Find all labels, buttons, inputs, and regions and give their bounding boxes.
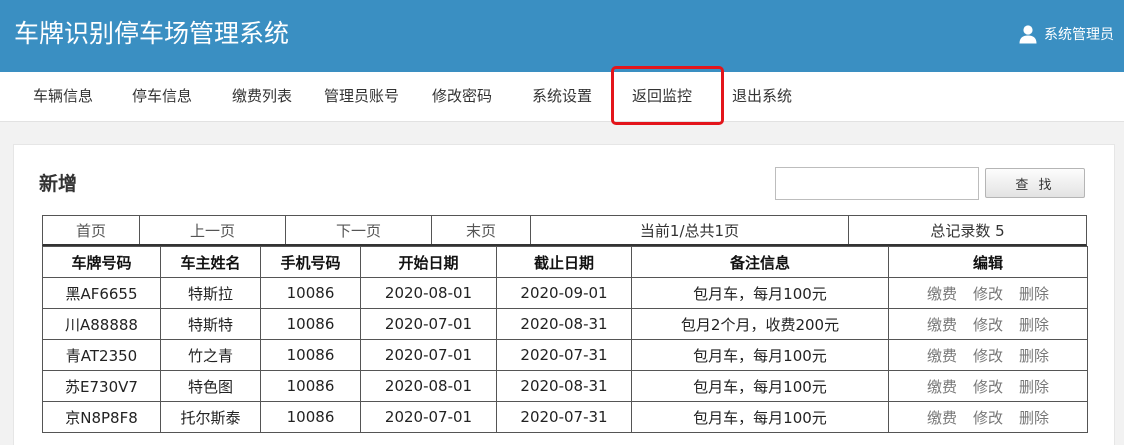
edit-link[interactable]: 修改 [973, 376, 1003, 397]
nav-item-payment-list[interactable]: 缴费列表 [232, 72, 292, 122]
pager-prev[interactable]: 上一页 [140, 216, 286, 244]
cell-plate: 青AT2350 [42, 339, 161, 371]
pay-link[interactable]: 缴费 [927, 314, 957, 335]
pay-link[interactable]: 缴费 [927, 283, 957, 304]
search-input[interactable] [775, 167, 979, 200]
delete-link[interactable]: 删除 [1019, 376, 1049, 397]
cell-start-date: 2020-07-01 [360, 308, 497, 340]
cell-phone: 10086 [260, 308, 361, 340]
cell-note: 包月2个月，收费200元 [631, 308, 889, 340]
nav-item-logout[interactable]: 退出系统 [732, 72, 792, 122]
cell-end-date: 2020-07-31 [496, 401, 632, 433]
cell-actions: 缴费 修改 删除 [888, 401, 1088, 433]
table-row: 川A88888 特斯特 10086 2020-07-01 2020-08-31 … [42, 308, 1088, 340]
cell-note: 包月车，每月100元 [631, 370, 889, 402]
cell-note: 包月车，每月100元 [631, 277, 889, 309]
table-row: 苏E730V7 特色图 10086 2020-08-01 2020-08-31 … [42, 370, 1088, 402]
search-button[interactable]: 查 找 [985, 168, 1085, 198]
cell-plate: 京N8P8F8 [42, 401, 161, 433]
nav-item-admin-accounts[interactable]: 管理员账号 [324, 72, 399, 122]
cell-owner: 特斯拉 [160, 277, 261, 309]
cell-end-date: 2020-08-31 [496, 370, 632, 402]
edit-link[interactable]: 修改 [973, 345, 1003, 366]
cell-phone: 10086 [260, 401, 361, 433]
cell-end-date: 2020-09-01 [496, 277, 632, 309]
cell-owner: 特色图 [160, 370, 261, 402]
pager-next[interactable]: 下一页 [286, 216, 432, 244]
table-row: 京N8P8F8 托尔斯泰 10086 2020-07-01 2020-07-31… [42, 401, 1088, 433]
cell-plate: 苏E730V7 [42, 370, 161, 402]
cell-owner: 特斯特 [160, 308, 261, 340]
nav-item-parking-info[interactable]: 停车信息 [132, 72, 192, 122]
nav-item-vehicle-info[interactable]: 车辆信息 [33, 72, 93, 122]
column-header-end-date: 截止日期 [496, 246, 632, 278]
cell-owner: 竹之青 [160, 339, 261, 371]
delete-link[interactable]: 删除 [1019, 345, 1049, 366]
pager-total-info: 总记录数 5 [930, 221, 1005, 240]
cell-start-date: 2020-07-01 [360, 339, 497, 371]
main-nav: 车辆信息 停车信息 缴费列表 管理员账号 修改密码 系统设置 返回监控 退出系统 [0, 72, 1124, 122]
column-header-start-date: 开始日期 [360, 246, 497, 278]
column-header-phone: 手机号码 [260, 246, 361, 278]
pager-last[interactable]: 末页 [432, 216, 531, 244]
pager-first[interactable]: 首页 [43, 216, 140, 244]
nav-item-back-to-monitor[interactable]: 返回监控 [632, 72, 692, 122]
column-header-note: 备注信息 [631, 246, 889, 278]
content-panel: 新增 查 找 首页 上一页 下一页 末页 当前1/总共1页 总记录数 5 车牌号… [13, 144, 1115, 445]
table-row: 黑AF6655 特斯拉 10086 2020-08-01 2020-09-01 … [42, 277, 1088, 309]
cell-owner: 托尔斯泰 [160, 401, 261, 433]
cell-plate: 黑AF6655 [42, 277, 161, 309]
vehicle-table: 车牌号码 车主姓名 手机号码 开始日期 截止日期 备注信息 编辑 黑AF6655… [42, 246, 1088, 433]
app-title: 车牌识别停车场管理系统 [14, 19, 290, 48]
pay-link[interactable]: 缴费 [927, 407, 957, 428]
edit-link[interactable]: 修改 [973, 407, 1003, 428]
delete-link[interactable]: 删除 [1019, 283, 1049, 304]
cell-plate: 川A88888 [42, 308, 161, 340]
app-header: 车牌识别停车场管理系统 系统管理员 [0, 0, 1124, 72]
cell-actions: 缴费 修改 删除 [888, 277, 1088, 309]
column-header-owner: 车主姓名 [160, 246, 261, 278]
pay-link[interactable]: 缴费 [927, 345, 957, 366]
cell-end-date: 2020-08-31 [496, 308, 632, 340]
pagination-bar: 首页 上一页 下一页 末页 当前1/总共1页 总记录数 5 [42, 215, 1087, 246]
pay-link[interactable]: 缴费 [927, 376, 957, 397]
pager-page-info: 当前1/总共1页 [531, 216, 849, 244]
panel-title[interactable]: 新增 [39, 169, 77, 196]
cell-actions: 缴费 修改 删除 [888, 308, 1088, 340]
user-menu[interactable]: 系统管理员 [1018, 22, 1114, 46]
table-row: 青AT2350 竹之青 10086 2020-07-01 2020-07-31 … [42, 339, 1088, 371]
edit-link[interactable]: 修改 [973, 314, 1003, 335]
cell-phone: 10086 [260, 277, 361, 309]
delete-link[interactable]: 删除 [1019, 407, 1049, 428]
edit-link[interactable]: 修改 [973, 283, 1003, 304]
cell-start-date: 2020-08-01 [360, 370, 497, 402]
user-name: 系统管理员 [1044, 27, 1114, 43]
cell-note: 包月车，每月100元 [631, 339, 889, 371]
nav-item-system-settings[interactable]: 系统设置 [532, 72, 592, 122]
cell-end-date: 2020-07-31 [496, 339, 632, 371]
cell-actions: 缴费 修改 删除 [888, 339, 1088, 371]
nav-item-change-password[interactable]: 修改密码 [432, 72, 492, 122]
cell-note: 包月车，每月100元 [631, 401, 889, 433]
table-header-row: 车牌号码 车主姓名 手机号码 开始日期 截止日期 备注信息 编辑 [42, 246, 1088, 278]
cell-actions: 缴费 修改 删除 [888, 370, 1088, 402]
delete-link[interactable]: 删除 [1019, 314, 1049, 335]
cell-start-date: 2020-08-01 [360, 277, 497, 309]
user-icon [1019, 25, 1037, 44]
column-header-edit: 编辑 [888, 246, 1088, 278]
cell-start-date: 2020-07-01 [360, 401, 497, 433]
cell-phone: 10086 [260, 339, 361, 371]
cell-phone: 10086 [260, 370, 361, 402]
column-header-plate: 车牌号码 [42, 246, 161, 278]
